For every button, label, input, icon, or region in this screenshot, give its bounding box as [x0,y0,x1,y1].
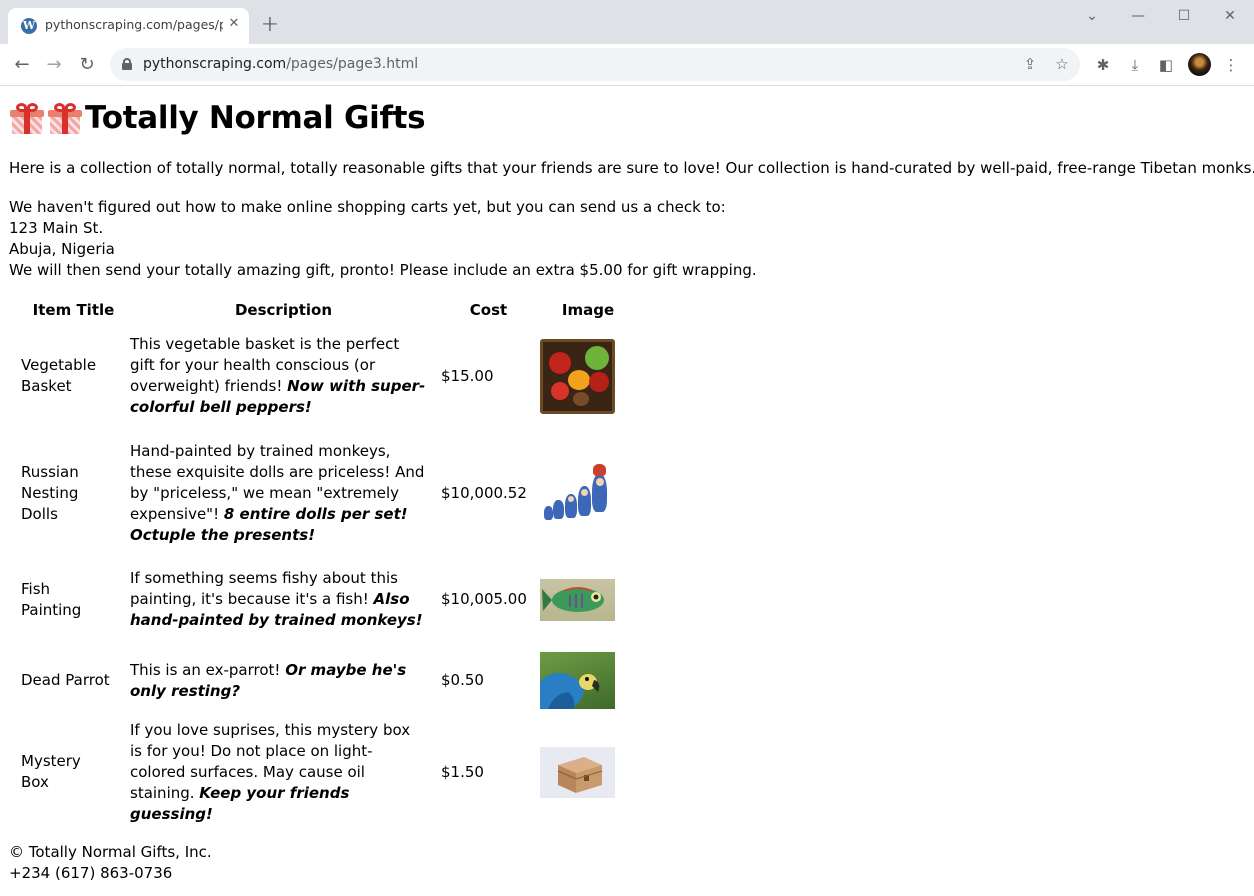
page-footer: © Totally Normal Gifts, Inc. +234 (617) … [9,842,212,884]
address-bar[interactable]: pythonscraping.com/pages/page3.html ⇪ ☆ [110,48,1080,81]
reload-button[interactable]: ↻ [75,53,99,77]
address-block: We haven't figured out how to make onlin… [9,197,757,281]
browser-titlebar: W pythonscraping.com/pages/page3.html ✕ … [0,0,1254,44]
bookmark-star-icon[interactable]: ☆ [1052,54,1072,74]
header-cost: Cost [469,301,508,319]
url-text[interactable]: pythonscraping.com/pages/page3.html [143,56,418,72]
address-line: We will then send your totally amazing g… [9,261,757,279]
mystery-box-image [540,746,615,798]
phone-number: +234 (617) 863-0736 [9,864,173,882]
address-line: Abuja, Nigeria [9,240,115,258]
intro-paragraph: Here is a collection of totally normal, … [9,159,1254,177]
table-row: Fish Painting If something seems fishy a… [9,557,636,642]
url-path: /pages/page3.html [286,56,419,72]
item-title: Dead Parrot [21,671,110,689]
new-tab-button[interactable]: + [259,14,281,36]
item-title: Fish Painting [21,579,82,619]
minimize-button[interactable]: — [1127,6,1149,26]
menu-icon[interactable]: ⋮ [1220,54,1242,76]
lock-icon[interactable] [122,58,132,70]
item-description: This is an ex-parrot! Or maybe he's only… [130,660,407,700]
parrot-image [540,652,615,709]
header-item-title: Item Title [32,301,115,319]
table-row: Vegetable Basket This vegetable basket i… [9,323,636,429]
fish-painting-image [540,578,615,621]
copyright-text: © Totally Normal Gifts, Inc. [9,843,212,861]
item-cost: $10,000.52 [441,483,527,502]
download-icon[interactable]: ⤓ [1124,54,1146,76]
tab-title: pythonscraping.com/pages/page3.html [45,17,223,32]
extensions-icon[interactable]: ✱ [1092,54,1114,76]
item-cost: $1.50 [441,762,484,781]
url-host: pythonscraping.com [143,56,287,72]
back-button[interactable]: ← [10,53,34,77]
item-cost: $10,005.00 [441,590,527,608]
item-description: This vegetable basket is the perfect gif… [130,335,426,416]
header-image: Image [561,301,615,319]
table-row: Dead Parrot This is an ex-parrot! Or may… [9,642,636,719]
page-heading: Totally Normal Gifts [85,100,426,136]
item-title: Russian Nesting Dolls [21,462,79,523]
address-line: We haven't figured out how to make onlin… [9,198,726,216]
gift-table: Item Title Description Cost Image Vegeta… [9,297,636,825]
gift-icon [47,101,83,135]
table-row: Russian Nesting Dolls Hand-painted by tr… [9,429,636,557]
item-cost: $0.50 [441,671,484,689]
nesting-dolls-image [540,462,615,524]
gift-icon [9,101,45,135]
profile-avatar[interactable] [1188,53,1211,76]
browser-toolbar: ← → ↻ pythonscraping.com/pages/page3.htm… [0,44,1254,86]
close-window-button[interactable]: ✕ [1219,6,1241,26]
share-icon[interactable]: ⇪ [1020,54,1040,74]
item-description: If something seems fishy about this pain… [130,569,423,629]
vegetable-basket-image [540,338,615,414]
side-panel-icon[interactable]: ◧ [1155,54,1177,76]
browser-tab[interactable]: W pythonscraping.com/pages/page3.html ✕ [8,8,249,44]
table-row: Mystery Box If you love suprises, this m… [9,719,636,825]
close-tab-icon[interactable]: ✕ [226,16,242,32]
header-description: Description [234,301,333,319]
wordpress-icon: W [21,18,37,34]
item-description: If you love suprises, this mystery box i… [130,720,411,823]
forward-button[interactable]: → [42,53,66,77]
item-title: Mystery Box [21,752,81,791]
item-title: Vegetable Basket [21,356,97,395]
table-header-row: Item Title Description Cost Image [9,297,636,323]
tab-search-icon[interactable]: ⌄ [1081,6,1103,26]
item-description: Hand-painted by trained monkeys, these e… [130,441,425,544]
page-title: Totally Normal Gifts [9,98,426,138]
item-cost: $15.00 [441,366,494,385]
address-line: 123 Main St. [9,219,104,237]
maximize-button[interactable]: ☐ [1173,6,1195,26]
